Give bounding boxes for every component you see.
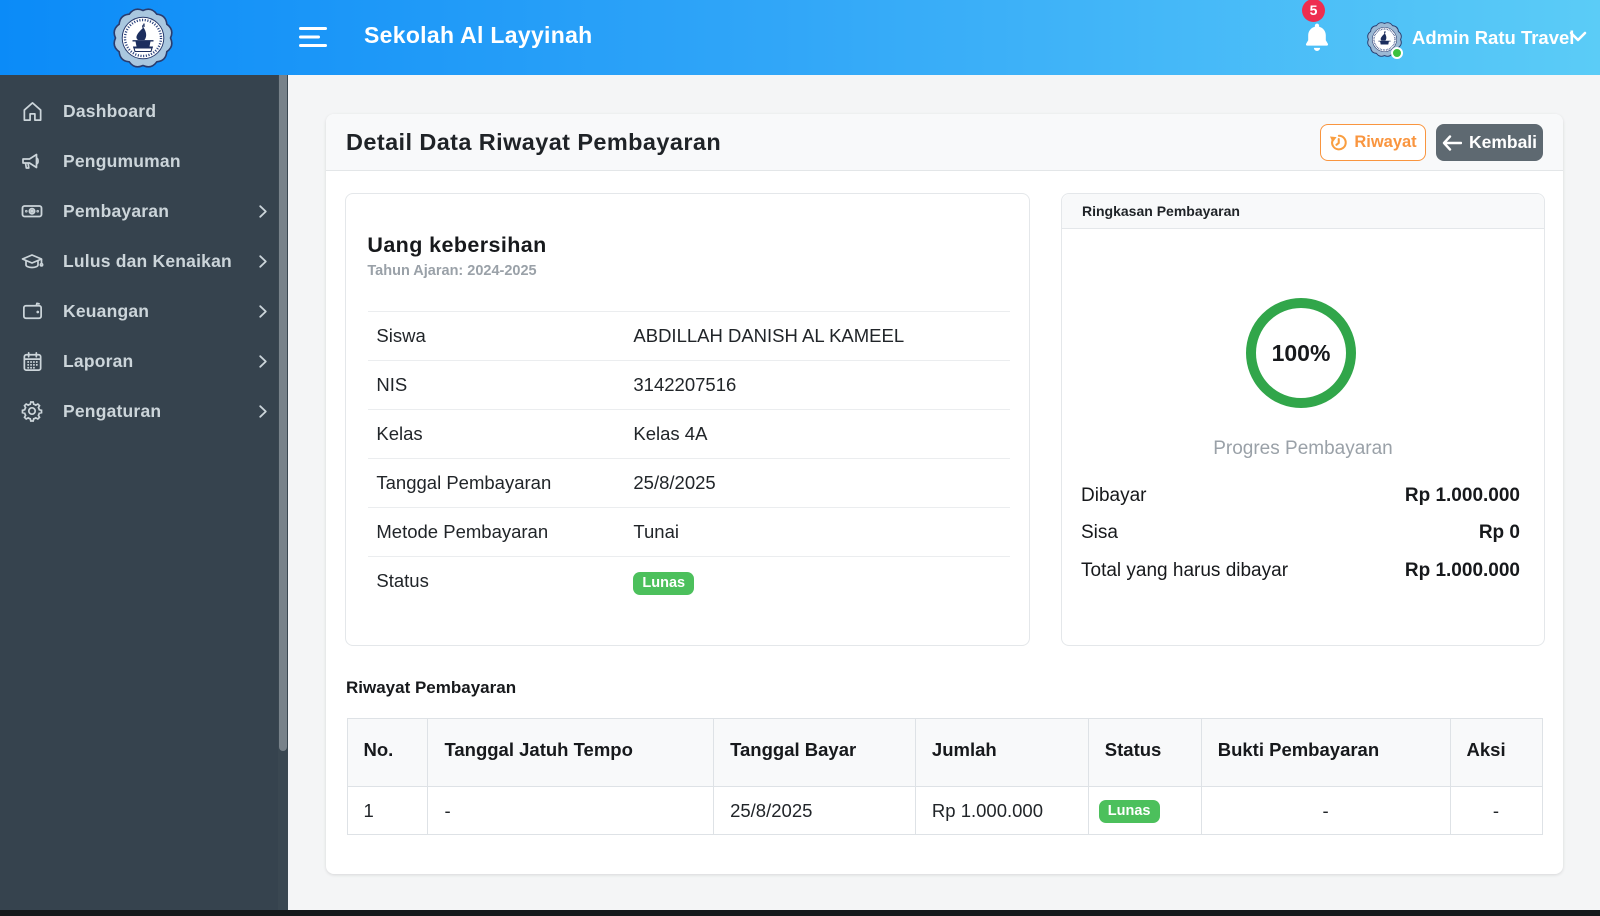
- svg-text:100%: 100%: [1272, 340, 1331, 366]
